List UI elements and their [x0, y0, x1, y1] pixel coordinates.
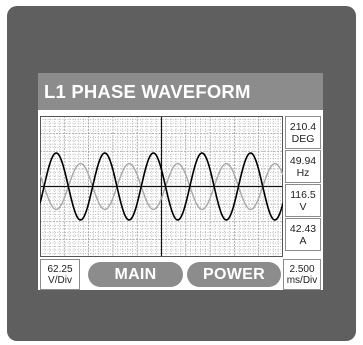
main-button[interactable]: MAIN [88, 262, 183, 287]
power-button[interactable]: POWER [187, 262, 281, 287]
time-per-div-value: 2.500 [289, 263, 315, 275]
display-screen: L1 PHASE WAVEFORM 210.4 DEG 49.94 Hz 116… [38, 73, 323, 290]
grid-major [40, 116, 283, 257]
frequency-unit: Hz [296, 166, 310, 179]
power-button-label: POWER [203, 265, 265, 283]
time-per-div-unit: ms/Div [286, 274, 318, 286]
volts-per-div-value: 62.25 [47, 263, 73, 275]
bottom-bar: 62.25 V/Div MAIN POWER 2.500 ms/Div [38, 259, 323, 290]
voltage-value: 116.5 [290, 188, 316, 201]
phase-angle-value: 210.4 [289, 120, 317, 133]
current-readout: 42.43 A [285, 218, 321, 251]
time-per-div-box: 2.500 ms/Div [283, 259, 321, 290]
volts-per-div-unit: V/Div [48, 274, 72, 286]
current-value: 42.43 [289, 222, 317, 235]
phase-angle-readout: 210.4 DEG [285, 116, 321, 149]
frequency-value: 49.94 [289, 154, 317, 167]
frequency-readout: 49.94 Hz [285, 150, 321, 183]
waveform-svg [40, 116, 283, 257]
phase-angle-unit: DEG [291, 132, 315, 145]
voltage-unit: V [299, 200, 307, 213]
voltage-readout: 116.5 V [285, 184, 321, 217]
main-button-label: MAIN [114, 265, 157, 283]
current-unit: A [299, 234, 307, 247]
volts-per-div-box: 62.25 V/Div [40, 259, 80, 290]
waveform-plot [40, 116, 283, 257]
page-title: L1 PHASE WAVEFORM [38, 73, 323, 110]
